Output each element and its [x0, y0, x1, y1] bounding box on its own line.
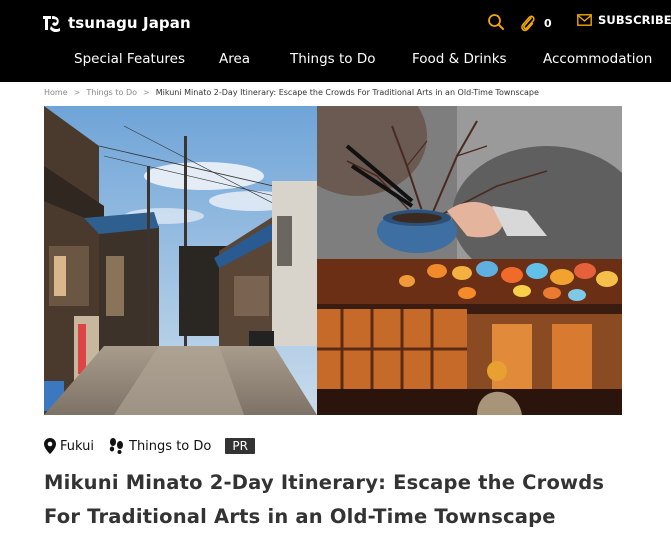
- nav-accommodation[interactable]: Accommodation: [543, 51, 652, 67]
- pr-badge: PR: [225, 438, 255, 454]
- location-tag[interactable]: Fukui: [44, 438, 94, 454]
- map-pin-icon: [44, 438, 56, 454]
- site-logo[interactable]: tsunagu Japan: [40, 11, 191, 35]
- nav-things-to-do[interactable]: Things to Do: [290, 51, 376, 67]
- site-header: tsunagu Japan 0 SUBSCRIBE Special Featur…: [0, 0, 671, 82]
- nav-area[interactable]: Area: [219, 51, 250, 67]
- search-button[interactable]: [487, 13, 505, 31]
- paperclip-icon: [521, 15, 535, 32]
- subscribe-button[interactable]: SUBSCRIBE: [577, 13, 671, 27]
- breadcrumb-separator: >: [73, 88, 81, 97]
- category-tag[interactable]: Things to Do: [108, 438, 211, 454]
- article-tags: Fukui Things to Do PR: [44, 436, 255, 456]
- street-photo: [44, 106, 317, 415]
- mail-icon: [577, 14, 592, 26]
- lantern-room-photo: [317, 259, 622, 415]
- breadcrumb-current: Mikuni Minato 2-Day Itinerary: Escape th…: [155, 88, 539, 97]
- category-tag-label: Things to Do: [129, 438, 212, 454]
- footprints-icon: [109, 438, 123, 454]
- logo-text: tsunagu Japan: [68, 14, 191, 32]
- subscribe-label: SUBSCRIBE: [598, 13, 671, 27]
- main-nav: Special Features Area Things to Do Food …: [0, 48, 671, 74]
- hero-image-collage: [44, 106, 622, 415]
- breadcrumb-home[interactable]: Home: [44, 88, 68, 97]
- nav-food-drinks[interactable]: Food & Drinks: [412, 51, 507, 67]
- breadcrumb-separator: >: [143, 88, 150, 97]
- search-icon: [488, 14, 504, 30]
- ikebana-photo: [317, 106, 622, 259]
- breadcrumb-things-to-do[interactable]: Things to Do: [86, 88, 137, 97]
- nav-special-features[interactable]: Special Features: [74, 51, 185, 67]
- tsunagu-logo-icon: [43, 16, 60, 33]
- favorites-button[interactable]: 0: [520, 13, 552, 33]
- breadcrumb: Home > Things to Do > Mikuni Minato 2-Da…: [44, 88, 539, 97]
- location-tag-label: Fukui: [60, 438, 94, 454]
- favorites-count: 0: [544, 16, 552, 30]
- article-title: Mikuni Minato 2-Day Itinerary: Escape th…: [44, 471, 605, 528]
